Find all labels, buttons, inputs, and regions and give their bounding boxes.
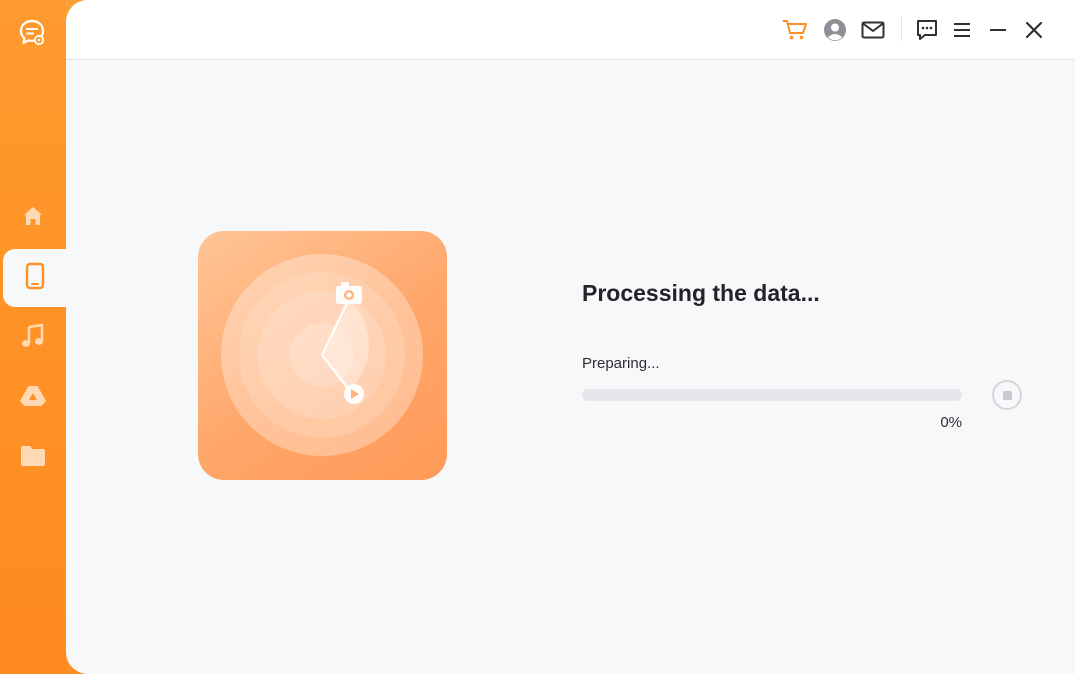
sidebar-item-files[interactable] [0,429,66,487]
page-title: Processing the data... [582,280,820,306]
feedback-icon[interactable] [914,17,940,43]
title-bar-divider [901,17,902,41]
main-panel: Processing the data... Preparing... 0% [66,0,1075,674]
sidebar [0,0,66,674]
sidebar-item-google-drive[interactable] [0,369,66,427]
drive-icon [19,384,47,413]
progress-bar [582,389,962,401]
processing-illustration [198,231,447,480]
menu-icon[interactable] [949,17,975,43]
close-icon[interactable] [1021,17,1047,43]
sidebar-item-device[interactable] [3,249,66,307]
chat-bubble-logo-icon[interactable] [19,19,45,47]
folder-icon [20,445,46,472]
mail-icon[interactable] [860,17,886,43]
status-text: Preparing... [582,355,660,372]
cart-icon[interactable] [782,17,808,43]
stop-button[interactable] [992,380,1022,410]
title-bar [66,0,1075,60]
play-icon [344,384,364,404]
stop-icon [1002,390,1012,400]
phone-icon [23,262,47,295]
music-note-icon [20,323,46,354]
progress-percent: 0% [940,414,962,431]
account-icon[interactable] [822,17,848,43]
sidebar-item-home[interactable] [0,189,66,247]
home-icon [21,204,45,233]
sidebar-item-music[interactable] [0,309,66,367]
minimize-icon[interactable] [985,17,1011,43]
